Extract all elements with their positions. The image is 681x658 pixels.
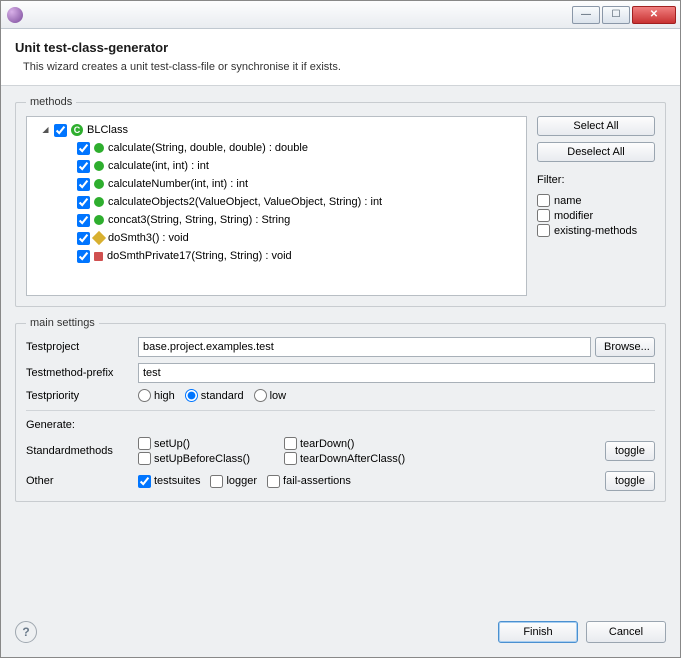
main-settings-group: main settings Testproject Browse... Test… — [15, 317, 666, 502]
std-setUpBeforeClass[interactable]: setUpBeforeClass() — [138, 452, 250, 465]
other-label: Other — [26, 475, 134, 487]
wizard-subtitle: This wizard creates a unit test-class-fi… — [15, 61, 666, 73]
other-checkbox[interactable] — [267, 475, 280, 488]
window-titlebar: — ☐ ✕ — [1, 1, 680, 29]
other-fail[interactable]: fail-assertions — [267, 475, 351, 488]
method-row[interactable]: calculate(String, double, double) : doub… — [29, 139, 524, 157]
method-checkbox[interactable] — [77, 232, 90, 245]
method-row[interactable]: concat3(String, String, String) : String — [29, 211, 524, 229]
browse-button[interactable]: Browse... — [595, 337, 655, 357]
method-checkbox[interactable] — [77, 160, 90, 173]
methods-tree[interactable]: ◢ C BLClass calculate(String, double, do… — [26, 116, 527, 296]
filter-checkbox[interactable] — [537, 194, 550, 207]
filter-checkbox[interactable] — [537, 224, 550, 237]
settings-legend: main settings — [26, 317, 99, 329]
root-label: BLClass — [87, 122, 128, 138]
deselect-all-button[interactable]: Deselect All — [537, 142, 655, 162]
methods-group: methods ◢ C BLClass calculate(String, do… — [15, 96, 666, 307]
method-signature: calculate(int, int) : int — [108, 158, 209, 174]
filter-label: Filter: — [537, 174, 655, 186]
minimize-button[interactable]: — — [572, 6, 600, 24]
method-signature: calculateNumber(int, int) : int — [108, 176, 248, 192]
other-checkbox[interactable] — [138, 475, 151, 488]
visibility-icon — [92, 231, 106, 245]
method-row[interactable]: calculateNumber(int, int) : int — [29, 175, 524, 193]
priority-low[interactable]: low — [254, 389, 287, 402]
eclipse-icon — [7, 7, 23, 23]
visibility-icon — [94, 161, 104, 171]
visibility-icon — [94, 143, 104, 153]
std-setUp[interactable]: setUp() — [138, 437, 250, 450]
finish-button[interactable]: Finish — [498, 621, 578, 643]
filter-checkbox[interactable] — [537, 209, 550, 222]
method-checkbox[interactable] — [77, 214, 90, 227]
filter-existing[interactable]: existing-methods — [537, 224, 655, 237]
expand-icon[interactable]: ◢ — [41, 126, 50, 135]
std-tearDown[interactable]: tearDown() — [284, 437, 405, 450]
visibility-icon — [94, 197, 104, 207]
visibility-icon — [94, 179, 104, 189]
method-signature: concat3(String, String, String) : String — [108, 212, 290, 228]
method-signature: calculateObjects2(ValueObject, ValueObje… — [108, 194, 382, 210]
method-checkbox[interactable] — [77, 178, 90, 191]
other-testsuites[interactable]: testsuites — [138, 475, 200, 488]
standardmethods-label: Standardmethods — [26, 445, 134, 457]
priority-label: Testpriority — [26, 390, 134, 402]
select-all-button[interactable]: Select All — [537, 116, 655, 136]
method-row[interactable]: doSmthPrivate17(String, String) : void — [29, 247, 524, 265]
cancel-button[interactable]: Cancel — [586, 621, 666, 643]
filter-name[interactable]: name — [537, 194, 655, 207]
std-checkbox[interactable] — [284, 437, 297, 450]
filter-modifier[interactable]: modifier — [537, 209, 655, 222]
std-checkbox[interactable] — [138, 452, 151, 465]
wizard-header: Unit test-class-generator This wizard cr… — [1, 29, 680, 86]
other-checkbox[interactable] — [210, 475, 223, 488]
visibility-icon — [94, 215, 104, 225]
method-row[interactable]: calculate(int, int) : int — [29, 157, 524, 175]
root-checkbox[interactable] — [54, 124, 67, 137]
prefix-label: Testmethod-prefix — [26, 367, 134, 379]
close-button[interactable]: ✕ — [632, 6, 676, 24]
prefix-input[interactable] — [138, 363, 655, 383]
toggle-other-button[interactable]: toggle — [605, 471, 655, 491]
visibility-icon — [94, 252, 103, 261]
testproject-label: Testproject — [26, 341, 134, 353]
std-checkbox[interactable] — [284, 452, 297, 465]
priority-high[interactable]: high — [138, 389, 175, 402]
method-row[interactable]: calculateObjects2(ValueObject, ValueObje… — [29, 193, 524, 211]
method-signature: doSmth3() : void — [108, 230, 189, 246]
maximize-button[interactable]: ☐ — [602, 6, 630, 24]
method-checkbox[interactable] — [77, 196, 90, 209]
method-signature: doSmthPrivate17(String, String) : void — [107, 248, 292, 264]
generate-label: Generate: — [26, 419, 75, 431]
wizard-footer: ? Finish Cancel — [1, 611, 680, 657]
method-checkbox[interactable] — [77, 142, 90, 155]
toggle-std-button[interactable]: toggle — [605, 441, 655, 461]
priority-radio[interactable] — [138, 389, 151, 402]
methods-legend: methods — [26, 96, 76, 108]
other-logger[interactable]: logger — [210, 475, 257, 488]
std-tearDownAfterClass[interactable]: tearDownAfterClass() — [284, 452, 405, 465]
method-row[interactable]: doSmth3() : void — [29, 229, 524, 247]
priority-radio[interactable] — [185, 389, 198, 402]
std-checkbox[interactable] — [138, 437, 151, 450]
wizard-title: Unit test-class-generator — [15, 40, 666, 55]
class-icon: C — [71, 124, 83, 136]
help-icon[interactable]: ? — [15, 621, 37, 643]
testproject-input[interactable] — [138, 337, 591, 357]
method-signature: calculate(String, double, double) : doub… — [108, 140, 308, 156]
method-checkbox[interactable] — [77, 250, 90, 263]
priority-radio[interactable] — [254, 389, 267, 402]
tree-root[interactable]: ◢ C BLClass — [29, 121, 524, 139]
priority-standard[interactable]: standard — [185, 389, 244, 402]
